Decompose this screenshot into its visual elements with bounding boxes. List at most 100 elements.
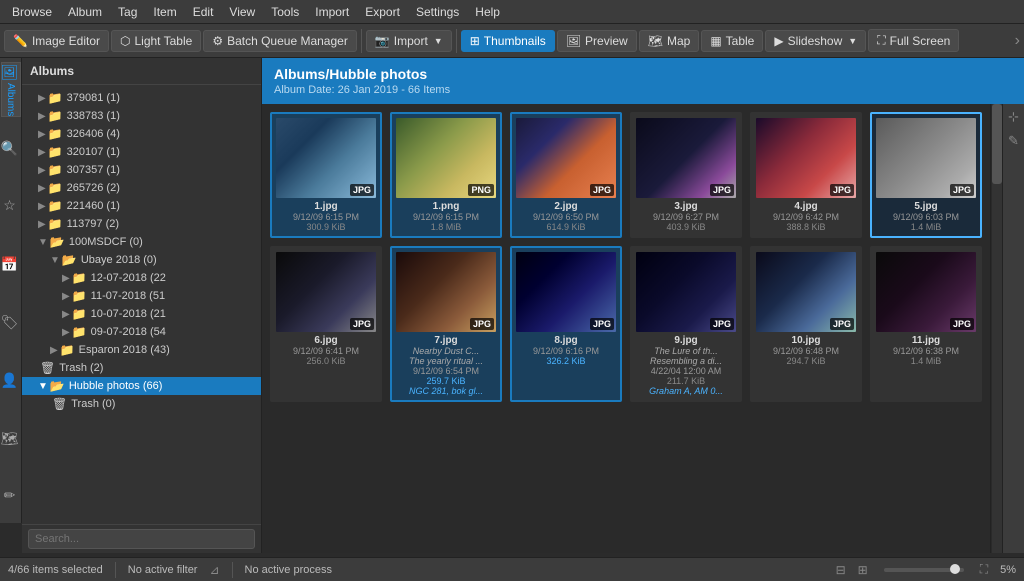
thumb-date-6jpg: 9/12/09 6:41 PM [293,346,359,356]
thumbnail-6jpg[interactable]: JPG 6.jpg 9/12/09 6:41 PM 256.0 KiB [270,246,382,402]
scrollbar[interactable] [990,104,1002,553]
batch-queue-button[interactable]: ⚙ Batch Queue Manager [203,30,357,52]
thumbnail-9jpg[interactable]: JPG 9.jpg The Lure of th... Resembling a… [630,246,742,402]
folder-icon: 📁 [72,307,87,321]
fuzzy-tab[interactable]: ☆ [1,179,21,233]
sidebar-item-265726[interactable]: ▶ 📁 265726 (2) [22,179,261,197]
preview-label: Preview [585,34,628,48]
main-area: Albums ▶ 📁 379081 (1) ▶ 📁 338783 (1) ▶ 📁… [22,58,1024,553]
sidebar-item-trash1[interactable]: 🗑 Trash (2) [22,359,261,377]
preview-button[interactable]: 🖼 Preview [557,30,637,52]
menu-tag[interactable]: Tag [110,3,145,21]
menu-import[interactable]: Import [307,3,357,21]
sidebar-item-ubaye[interactable]: ▼ 📂 Ubaye 2018 (0) [22,251,261,269]
sidebar-item-221460[interactable]: ▶ 📁 221460 (1) [22,197,261,215]
thumbnail-10jpg[interactable]: JPG 10.jpg 9/12/09 6:48 PM 294.7 KiB [750,246,862,402]
import-button[interactable]: 📷 Import ▼ [366,30,452,52]
thumbnail-3jpg[interactable]: JPG 3.jpg 9/12/09 6:27 PM 403.9 KiB [630,112,742,238]
menu-edit[interactable]: Edit [185,3,222,21]
sidebar-item-307357[interactable]: ▶ 📁 307357 (1) [22,161,261,179]
albums-tab[interactable]: 🖼 Albums [1,62,21,117]
menu-tools[interactable]: Tools [263,3,307,21]
thumb-badge-5jpg: JPG [950,184,974,196]
thumb-name-1jpg: 1.jpg [314,201,337,212]
table-button[interactable]: ▦ Table [701,30,763,52]
menu-browse[interactable]: Browse [4,3,60,21]
menu-item[interactable]: Item [145,3,184,21]
thumbnail-7jpg[interactable]: JPG 7.jpg Nearby Dust C... The yearly ri… [390,246,502,402]
status-sep-2 [232,562,233,578]
sidebar-item-11-07-2018[interactable]: ▶ 📁 11-07-2018 (51 [22,287,261,305]
thumbnail-5jpg[interactable]: JPG 5.jpg 9/12/09 6:03 PM 1.4 MiB [870,112,982,238]
sidebar-item-379081[interactable]: ▶ 📁 379081 (1) [22,89,261,107]
selection-count: 4/66 items selected [8,564,103,576]
thumbnail-1jpg[interactable]: JPG 1.jpg 9/12/09 6:15 PM 300.9 KiB [270,112,382,238]
expand-arrow: ▶ [38,93,46,104]
thumbnail-4jpg[interactable]: JPG 4.jpg 9/12/09 6:42 PM 388.8 KiB [750,112,862,238]
map-icon: 🗺 [648,34,663,48]
search-input[interactable] [28,529,255,549]
sidebar-item-hubble[interactable]: ▼ 📂 Hubble photos (66) [22,377,261,395]
menu-settings[interactable]: Settings [408,3,467,21]
sidebar-item-113797[interactable]: ▶ 📁 113797 (2) [22,215,261,233]
tree-label: Hubble photos (66) [69,380,163,392]
sidebar-tree[interactable]: ▶ 📁 379081 (1) ▶ 📁 338783 (1) ▶ 📁 326406… [22,85,261,524]
light-table-label: Light Table [134,34,192,48]
menu-view[interactable]: View [221,3,263,21]
sidebar-item-trash2[interactable]: 🗑 Trash (0) [22,395,261,413]
thumb-size-8jpg: 326.2 KiB [546,356,585,366]
search-tab[interactable]: 🔍 [1,121,21,175]
thumb-name-2jpg: 2.jpg [554,201,577,212]
side-tabs: 🖼 Albums 🔍 ☆ 📅 🏷 👤 🗺 ✏ [0,58,22,523]
thumb-badge-1png: PNG [468,184,494,196]
sidebar-item-esparon[interactable]: ▶ 📁 Esparon 2018 (43) [22,341,261,359]
expand-arrow: ▼ [38,237,48,248]
fullscreen-button[interactable]: ⛶ Full Screen [868,29,959,52]
slideshow-button[interactable]: ▶ Slideshow ▼ [765,30,866,52]
albums-tab-label: Albums [5,83,16,116]
tree-label: 221460 (1) [67,200,120,212]
caption-tab[interactable]: ✏ [1,469,21,523]
fullscreen-icon: ⛶ [877,33,885,48]
panel-icon-2[interactable]: ✎ [1005,132,1023,150]
thumbnail-11jpg[interactable]: JPG 11.jpg 9/12/09 6:38 PM 1.4 MiB [870,246,982,402]
calendar-tab[interactable]: 📅 [1,237,21,291]
panel-icon-1[interactable]: ⊹ [1005,108,1023,126]
sidebar-item-326406[interactable]: ▶ 📁 326406 (4) [22,125,261,143]
zoom-thumb[interactable] [950,564,960,574]
menu-album[interactable]: Album [60,3,110,21]
content-area: Albums/Hubble photos Album Date: 26 Jan … [262,58,1024,553]
thumbnail-8jpg[interactable]: JPG 8.jpg 9/12/09 6:16 PM 326.2 KiB [510,246,622,402]
image-editor-button[interactable]: ✏️ Image Editor [4,30,109,52]
thumbnails-button[interactable]: ⊞ Thumbnails [461,30,555,52]
sidebar-item-338783[interactable]: ▶ 📁 338783 (1) [22,107,261,125]
tree-label: Ubaye 2018 (0) [81,254,157,266]
map-button[interactable]: 🗺 Map [639,30,700,52]
tags-tab[interactable]: 🏷 [1,295,21,349]
thumb-badge-11jpg: JPG [950,318,974,330]
sidebar-item-12-07-2018[interactable]: ▶ 📁 12-07-2018 (22 [22,269,261,287]
menu-help[interactable]: Help [467,3,508,21]
thumbnail-1png[interactable]: PNG 1.png 9/12/09 6:15 PM 1.8 MiB [390,112,502,238]
thumbnail-grid: JPG 1.jpg 9/12/09 6:15 PM 300.9 KiB PNG … [262,104,990,553]
menu-export[interactable]: Export [357,3,408,21]
expand-arrow: ▶ [38,129,46,140]
light-table-button[interactable]: ⬡ Light Table [111,30,201,52]
process-status: No active process [245,564,332,576]
folder-open-icon: 📂 [62,253,77,267]
thumb-name-10jpg: 10.jpg [792,335,821,346]
thumbnail-2jpg[interactable]: JPG 2.jpg 9/12/09 6:50 PM 614.9 KiB [510,112,622,238]
zoom-slider[interactable] [884,568,964,572]
sidebar-item-10-07-2018[interactable]: ▶ 📁 10-07-2018 (21 [22,305,261,323]
slideshow-arrow-icon: ▼ [848,36,857,46]
people-tab[interactable]: 👤 [1,353,21,407]
expand-panel-icon[interactable]: › [1015,32,1020,50]
sidebar-item-09-07-2018[interactable]: ▶ 📁 09-07-2018 (54 [22,323,261,341]
sidebar-item-100msdcf[interactable]: ▼ 📂 100MSDCF (0) [22,233,261,251]
scroll-thumb[interactable] [992,104,1002,184]
trash-icon: 🗑 [40,361,55,375]
calendar-icon: 📅 [3,256,19,273]
sidebar-title: Albums [22,58,261,85]
sidebar-item-320107[interactable]: ▶ 📁 320107 (1) [22,143,261,161]
map-side-tab[interactable]: 🗺 [1,411,21,465]
